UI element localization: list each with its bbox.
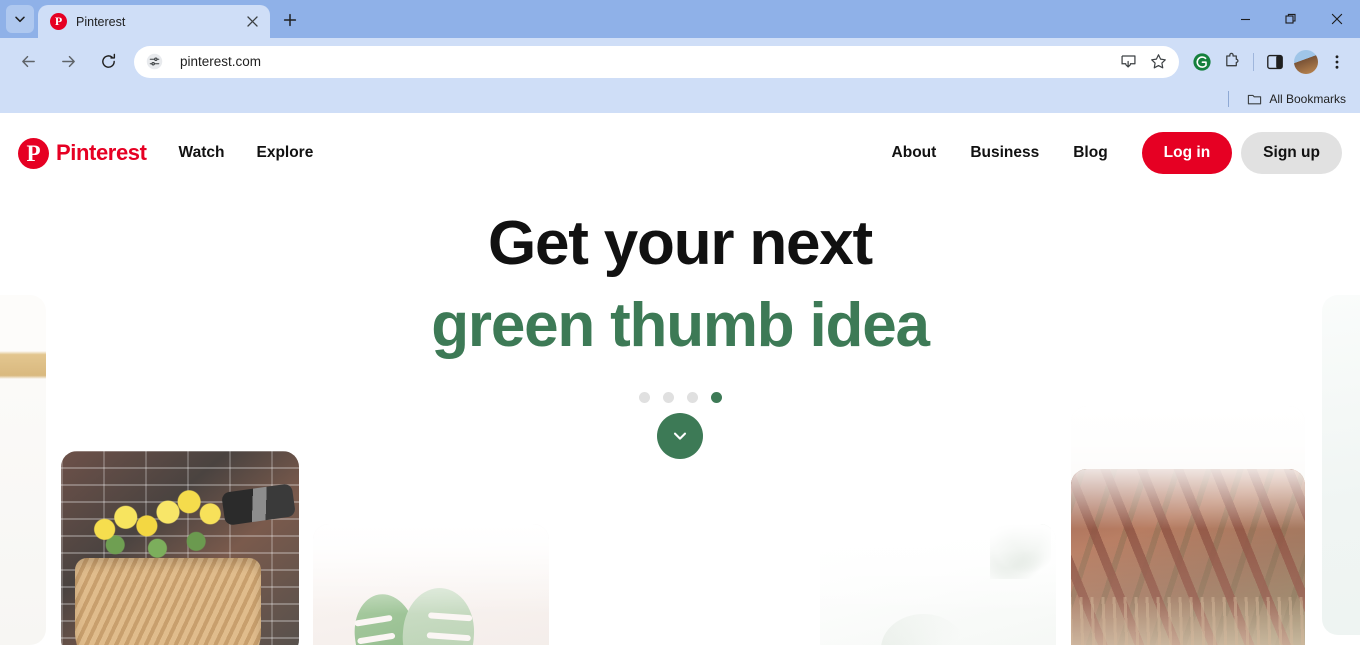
tab-title: Pinterest [76, 14, 126, 29]
profile-avatar[interactable] [1294, 49, 1318, 74]
page-title: Get your next green thumb idea [0, 213, 1360, 357]
minimize-icon [1240, 18, 1250, 20]
carousel-dot-3[interactable] [686, 392, 698, 403]
toolbar-divider [1253, 52, 1254, 71]
collage-card-rust-foliage[interactable] [1071, 469, 1305, 645]
minimize-button[interactable] [1222, 0, 1268, 38]
back-arrow-icon [21, 55, 35, 68]
chrome-menu-icon[interactable] [1322, 47, 1352, 77]
close-window-button[interactable] [1314, 0, 1360, 38]
forward-button[interactable] [52, 46, 84, 78]
tab-strip: P Pinterest [0, 0, 1360, 38]
window-controls [1222, 0, 1360, 38]
collage-card-tulip-basket[interactable] [61, 451, 299, 645]
monstera-leaf-right [399, 585, 477, 645]
chevron-down-icon [673, 432, 687, 440]
chevron-down-icon [15, 16, 25, 23]
collage-card-airy-plants[interactable] [820, 524, 1056, 645]
fern-frond-art [881, 613, 967, 645]
nav-link-about[interactable]: About [892, 144, 937, 162]
omnibox-actions [1113, 47, 1173, 77]
basket-art [75, 557, 261, 645]
carousel-dot-1[interactable] [638, 392, 650, 403]
pinterest-logo[interactable]: P Pinterest [18, 137, 147, 169]
hero-section: Get your next green thumb idea [0, 193, 1360, 403]
hero-line-2: green thumb idea [431, 291, 930, 360]
bookmarks-bar: All Bookmarks [0, 85, 1360, 113]
browser-window: P Pinterest pinterest.com All Bookmarks … [0, 0, 1360, 645]
collage-card-monstera[interactable] [313, 524, 549, 645]
bookmarks-divider [1228, 91, 1230, 107]
reload-icon [101, 53, 115, 68]
side-panel-icon[interactable] [1260, 47, 1290, 77]
pinterest-logo-icon: P [18, 137, 49, 169]
hanging-vine-art [989, 524, 1052, 580]
close-icon [1331, 13, 1343, 25]
address-bar-url: pinterest.com [180, 54, 262, 69]
nav-link-blog[interactable]: Blog [1073, 144, 1107, 162]
all-bookmarks-label: All Bookmarks [1269, 92, 1346, 106]
folder-icon [1248, 94, 1262, 104]
browser-toolbar: pinterest.com [0, 38, 1360, 85]
carousel-dot-4[interactable] [710, 392, 722, 403]
pinterest-favicon: P [50, 13, 67, 30]
nav-link-business[interactable]: Business [970, 144, 1039, 162]
signup-button[interactable]: Sign up [1241, 132, 1342, 174]
reload-button[interactable] [92, 46, 124, 78]
site-settings-icon[interactable] [142, 50, 166, 74]
hero-line-1: Get your next [487, 209, 873, 278]
maximize-button[interactable] [1268, 0, 1314, 38]
install-app-icon[interactable] [1113, 47, 1143, 77]
pinterest-wordmark: Pinterest [56, 140, 147, 165]
login-button[interactable]: Log in [1141, 132, 1233, 174]
restore-icon [1285, 13, 1296, 24]
tab-close-button[interactable] [242, 12, 262, 32]
site-header: P Pinterest Watch Explore About Business… [0, 113, 1360, 193]
rust-card-wash [1071, 469, 1305, 645]
browser-tab[interactable]: P Pinterest [38, 5, 270, 38]
forward-arrow-icon [61, 55, 75, 68]
scroll-down-button[interactable] [657, 413, 703, 459]
tab-search-button[interactable] [6, 5, 34, 33]
nav-link-explore[interactable]: Explore [256, 144, 313, 162]
carousel-dot-2[interactable] [662, 392, 674, 403]
pinterest-page: P Pinterest Watch Explore About Business… [0, 113, 1360, 645]
back-button[interactable] [12, 46, 44, 78]
plus-icon [283, 13, 297, 27]
grammarly-extension-icon[interactable] [1187, 47, 1217, 77]
bookmark-star-icon[interactable] [1143, 47, 1173, 77]
new-tab-button[interactable] [276, 6, 304, 34]
monstera-background-art [313, 524, 549, 645]
all-bookmarks-button[interactable]: All Bookmarks [1241, 90, 1352, 109]
address-bar[interactable]: pinterest.com [134, 45, 1179, 78]
close-icon [246, 16, 258, 27]
nav-link-watch[interactable]: Watch [179, 144, 225, 162]
extensions-puzzle-icon[interactable] [1217, 47, 1247, 77]
header-actions: About Business Blog Log in Sign up [892, 132, 1342, 174]
carousel-dots [0, 392, 1360, 403]
